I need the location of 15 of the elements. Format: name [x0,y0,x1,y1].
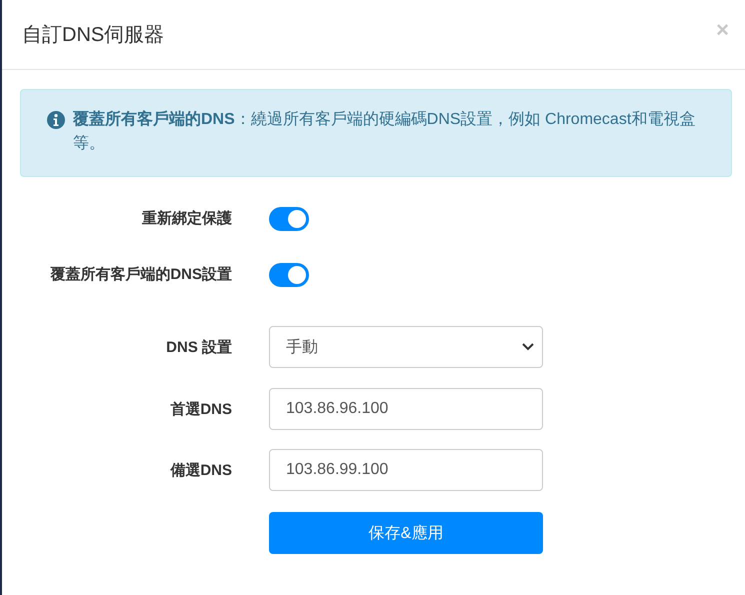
info-icon [47,111,65,129]
alert-text: 覆蓋所有客戶端的DNS：繞過所有客戶端的硬編碼DNS設置，例如 Chromecast和電視盒等。 [73,109,696,154]
toggle-switch[interactable] [269,263,309,287]
save-button[interactable]: 保存&應用 [269,512,543,554]
chevron-down-icon [522,343,534,351]
dns-select[interactable]: 手動 [269,326,543,368]
input-field[interactable]: 103.86.99.100 [269,449,543,491]
toggle-switch[interactable] [269,207,309,231]
field-label: 重新綁定保護 [141,209,232,229]
field-label: DNS 設置 [165,338,232,358]
field-label: 覆蓋所有客戶端的DNS設置 [49,265,232,285]
dialog-title: 自訂DNS伺服器 [22,23,164,48]
input-field[interactable]: 103.86.96.100 [269,388,543,430]
field-label: 備選DNS [169,461,232,481]
field-label: 首選DNS [169,400,232,420]
